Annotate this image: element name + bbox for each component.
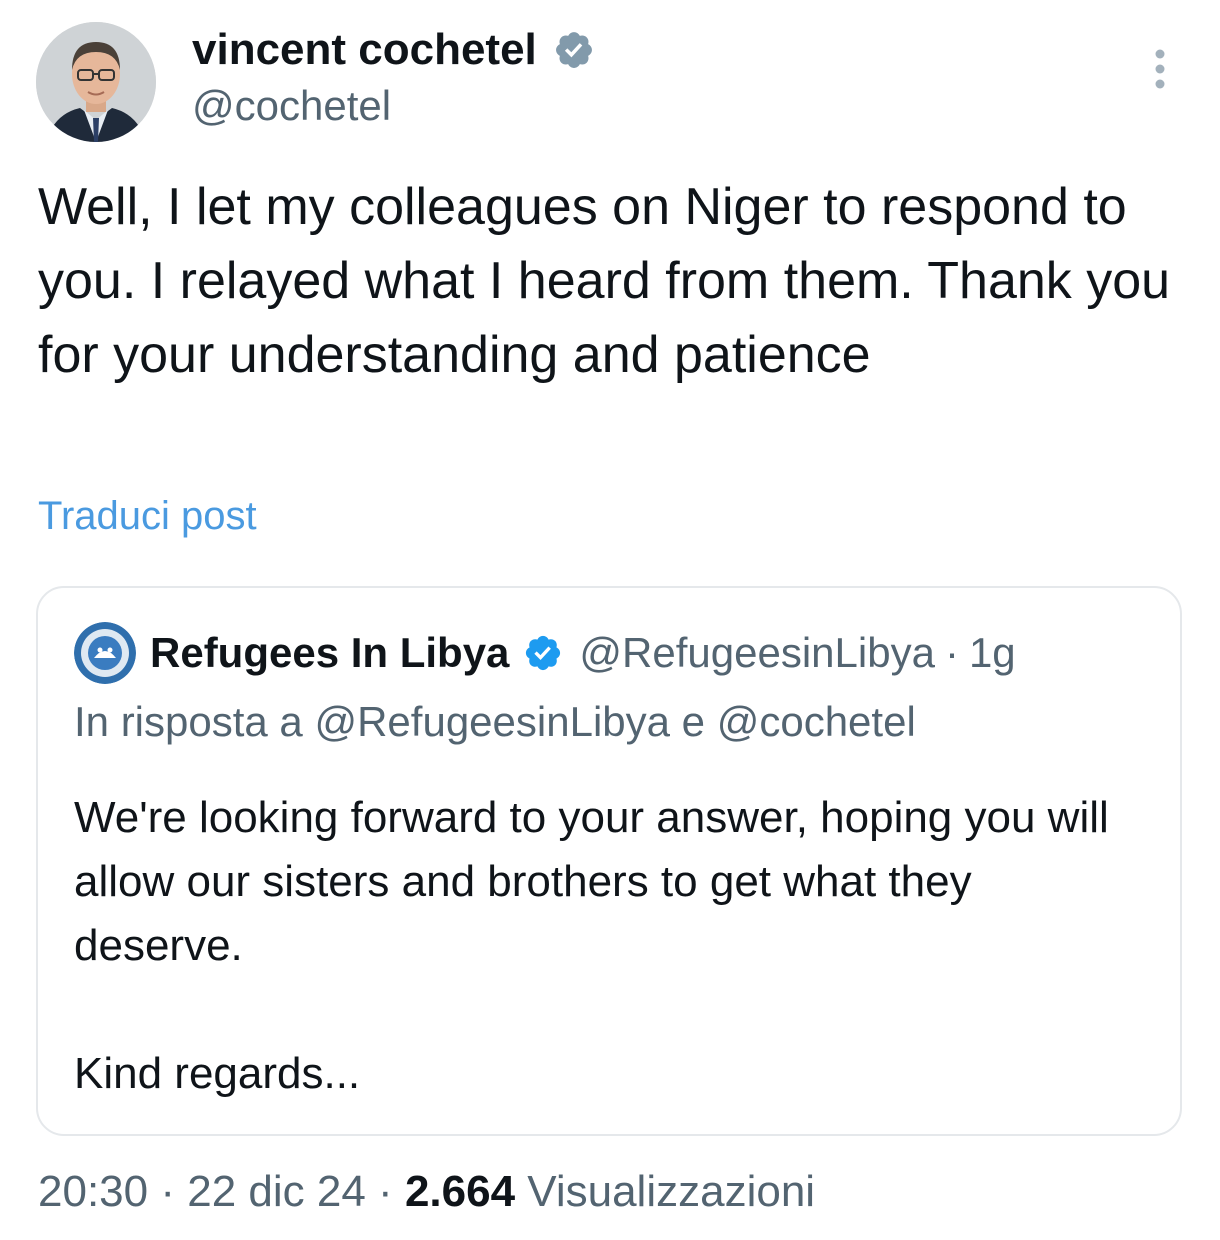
author-name[interactable]: vincent cochetel — [192, 24, 537, 76]
views-count: 2.664 — [404, 1167, 516, 1216]
author-handle[interactable]: @cochetel — [192, 80, 391, 132]
quoted-author-handle[interactable]: @RefugeesinLibya — [579, 629, 935, 677]
reply-mention-cochetel[interactable]: @cochetel — [717, 698, 916, 745]
translate-post-link[interactable]: Traduci post — [38, 490, 257, 542]
author-name-row[interactable]: vincent cochetel — [192, 24, 595, 76]
quoted-author-name[interactable]: Refugees In Libya — [150, 629, 509, 677]
views-label: Visualizzazioni — [527, 1167, 816, 1216]
quoted-verified-badge-icon — [526, 635, 561, 671]
quoted-tweet-card[interactable]: Refugees In Libya @RefugeesinLibya · 1g … — [36, 586, 1182, 1136]
reply-prefix: In risposta a — [74, 698, 303, 745]
quoted-tweet-body: We're looking forward to your answer, ho… — [74, 793, 1109, 970]
more-options-icon — [1155, 49, 1165, 89]
verified-badge-icon — [555, 32, 592, 68]
tweet-meta: 20:30 · 22 dic 24 · 2.664 Visualizzazion… — [38, 1164, 815, 1220]
quoted-post-age[interactable]: 1g — [969, 629, 1016, 677]
tweet-time[interactable]: 20:30 — [38, 1167, 148, 1216]
meta-separator: · — [160, 1167, 175, 1216]
quoted-reply-context: In risposta a @RefugeesinLibya e @cochet… — [74, 696, 916, 748]
meta-separator: · — [944, 629, 959, 676]
tweet-text: Well, I let my colleagues on Niger to re… — [38, 178, 1171, 384]
quoted-tweet-text: We're looking forward to your answer, ho… — [74, 786, 1134, 1106]
quoted-tweet-header: Refugees In Libya @RefugeesinLibya · 1g — [74, 622, 1016, 684]
more-options-button[interactable] — [1140, 44, 1180, 94]
quoted-tweet-regards: Kind regards... — [74, 1049, 361, 1098]
reply-mention-refugees[interactable]: @RefugeesinLibya — [314, 698, 670, 745]
author-avatar[interactable] — [36, 22, 156, 142]
reply-conjunction: e — [681, 698, 706, 745]
tweet-date[interactable]: 22 dic 24 — [187, 1167, 366, 1216]
avatar-photo — [36, 22, 156, 142]
meta-separator: · — [378, 1167, 393, 1216]
quoted-avatar[interactable] — [74, 622, 136, 684]
